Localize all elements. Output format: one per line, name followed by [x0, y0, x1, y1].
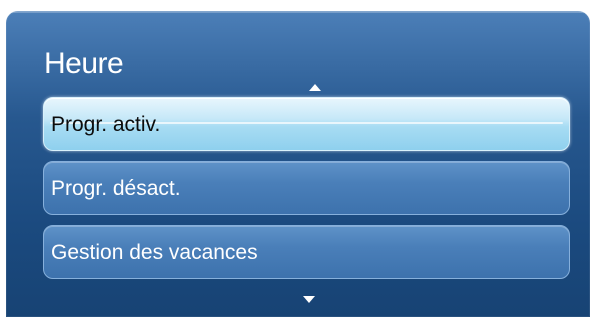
menu-item-label: Progr. activ. — [51, 113, 161, 136]
menu-item-label: Gestion des vacances — [51, 241, 258, 264]
menu-item-gestion-vacances[interactable]: Gestion des vacances — [43, 225, 570, 279]
scroll-down-arrow-icon[interactable] — [303, 296, 315, 303]
menu-item-label: Progr. désact. — [51, 177, 181, 200]
menu-title: Heure — [44, 47, 124, 80]
scroll-up-arrow-icon[interactable] — [309, 84, 321, 91]
menu-item-progr-activ[interactable]: Progr. activ. — [43, 97, 570, 151]
menu-item-progr-desact[interactable]: Progr. désact. — [43, 161, 570, 215]
